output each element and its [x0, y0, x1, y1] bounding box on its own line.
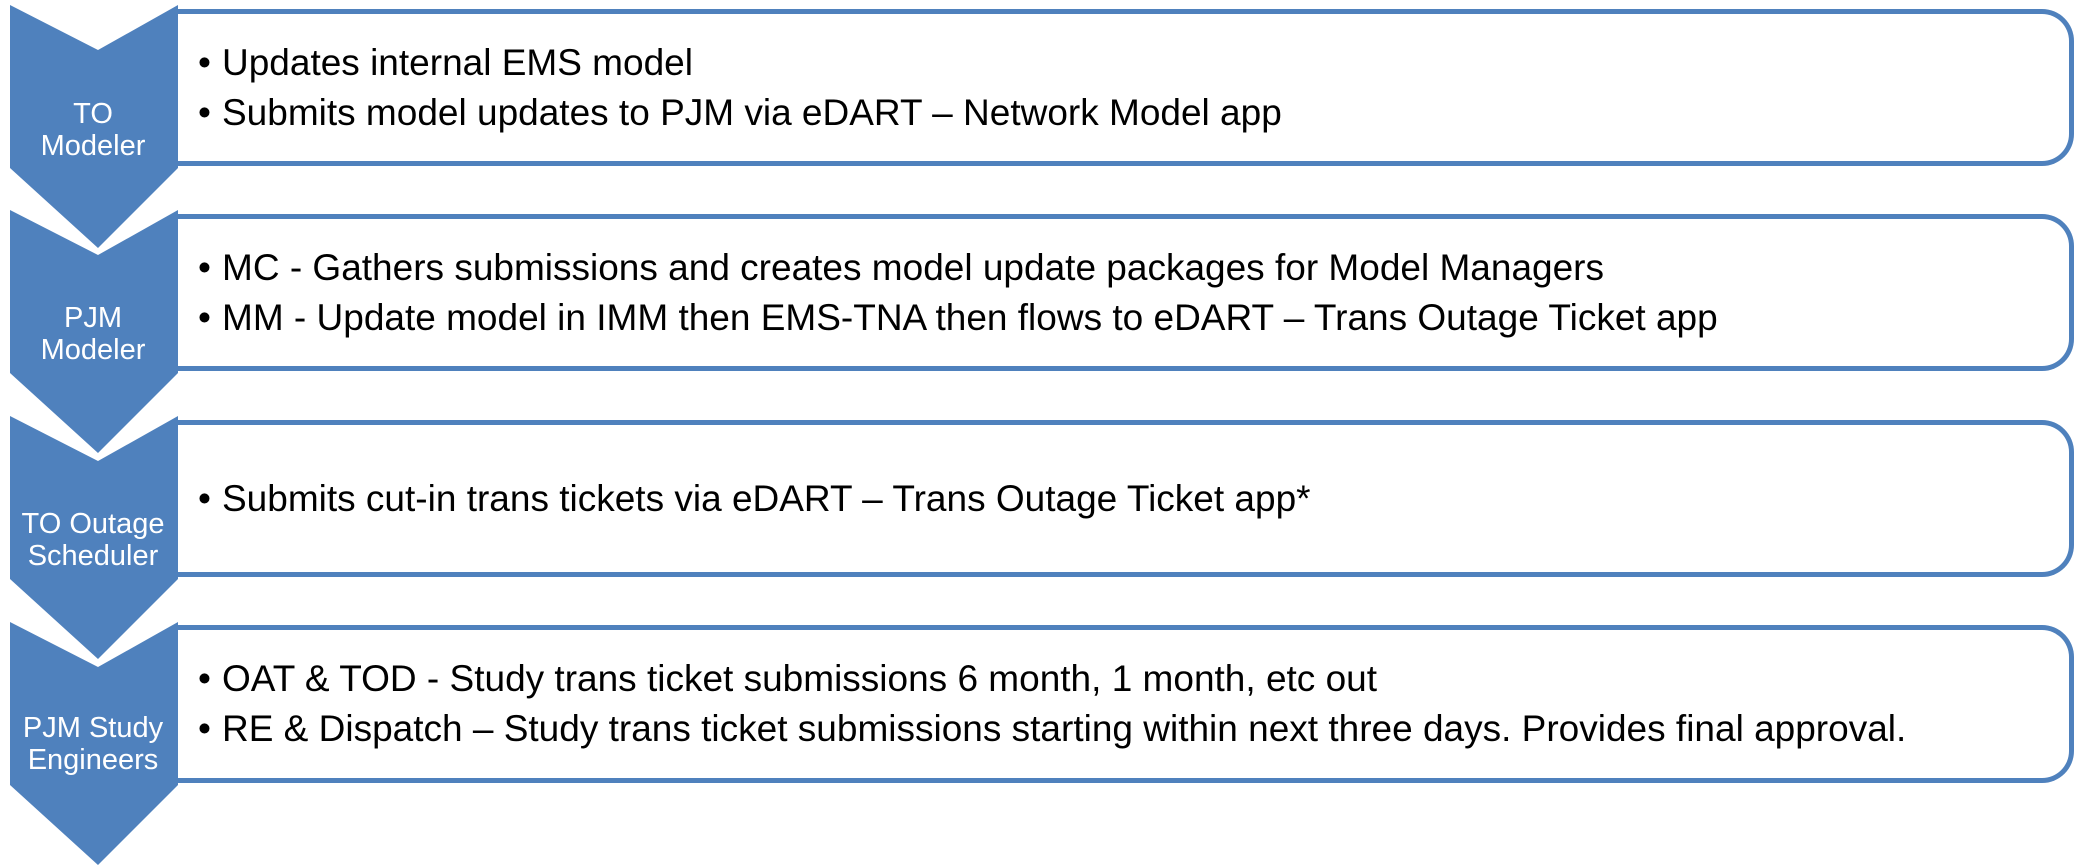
stage-bullet: • Submits cut-in trans tickets via eDART …: [198, 474, 2069, 524]
bullet-dot-icon: •: [198, 91, 211, 133]
stage-box-pjm-study-engineers: • OAT & TOD - Study trans ticket submissi…: [176, 625, 2074, 783]
bullet-dot-icon: •: [198, 477, 211, 519]
stage-bullet: • MM - Update model in IMM then EMS-TNA t…: [198, 293, 2069, 343]
stage-bullet-text: MC - Gathers submissions and creates mod…: [222, 246, 1605, 288]
bullet-dot-icon: •: [198, 708, 211, 749]
stage-bullet-text: MM - Update model in IMM then EMS-TNA th…: [222, 296, 1718, 338]
stage-label-pjm-modeler: PJM Modeler: [40, 302, 146, 366]
stage-box-pjm-modeler: • MC - Gathers submissions and creates mo…: [176, 214, 2074, 371]
bullet-dot-icon: •: [198, 296, 211, 338]
stage-label-to-outage-scheduler: TO Outage Scheduler: [21, 508, 165, 572]
stage-bullet-text: OAT & TOD - Study trans ticket submissio…: [222, 658, 1378, 699]
stage-bullet-text: Updates internal EMS model: [222, 41, 693, 83]
stage-box-to-outage-scheduler: • Submits cut-in trans tickets via eDART …: [176, 420, 2074, 577]
bullet-dot-icon: •: [198, 246, 211, 288]
stage-bullet: • OAT & TOD - Study trans ticket submissi…: [198, 654, 2069, 704]
bullet-dot-icon: •: [198, 41, 211, 83]
stage-bullet: • RE & Dispatch – Study trans ticket subm…: [198, 704, 2069, 754]
stage-label-pjm-study-engineers: PJM Study Engineers: [22, 712, 164, 776]
stage-bullet: • MC - Gathers submissions and creates mo…: [198, 243, 2069, 293]
bullet-dot-icon: •: [198, 658, 211, 699]
process-flow-diagram: • Updates internal EMS model • Submits mod…: [0, 0, 2080, 865]
stage-bullet: • Submits model updates to PJM via eDART …: [198, 88, 2069, 138]
stage-bullet: • Updates internal EMS model: [198, 38, 2069, 88]
stage-label-to-modeler: TO Modeler: [40, 98, 146, 162]
stage-bullet-text: Submits model updates to PJM via eDART –…: [222, 91, 1282, 133]
stage-bullet-text: RE & Dispatch – Study trans ticket submi…: [222, 708, 1907, 749]
stage-bullet-text: Submits cut-in trans tickets via eDART –…: [222, 477, 1311, 519]
stage-box-to-modeler: • Updates internal EMS model • Submits mod…: [176, 9, 2074, 166]
